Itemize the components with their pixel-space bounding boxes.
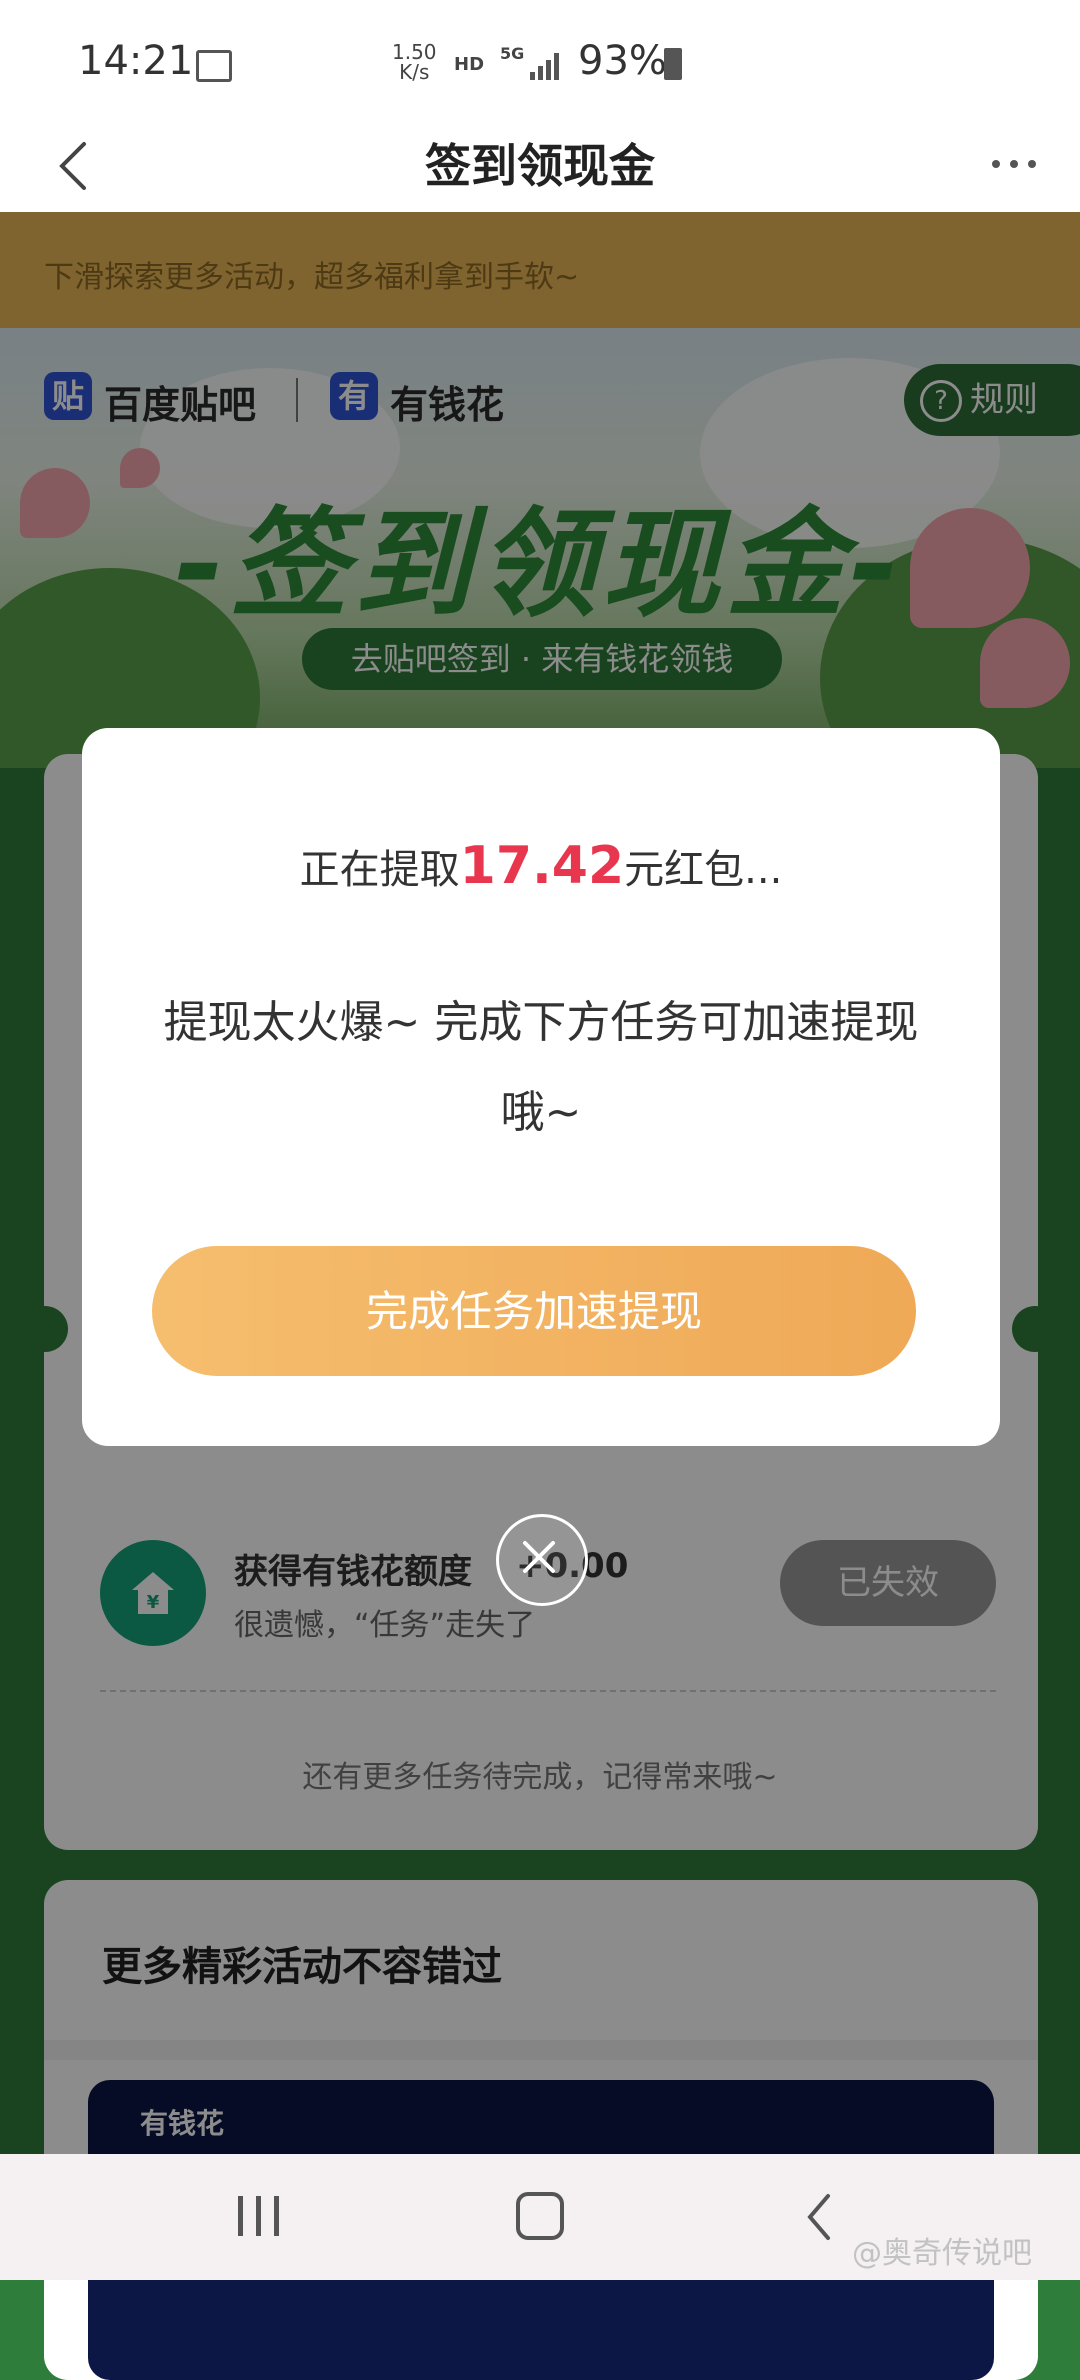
withdraw-prefix: 正在提取 [299,847,460,893]
battery-level: 93% [578,38,667,84]
withdraw-status: 正在提取17.42元红包... [82,836,1000,896]
hd-indicator: HD [454,54,485,75]
close-dialog-button[interactable] [496,1514,588,1606]
top-nav: 签到领现金 [0,120,1080,212]
red-packet-amount: 17.42 [459,836,625,896]
more-icon[interactable] [990,154,1038,174]
dialog-message: 提现太火爆~ 完成下方任务可加速提现哦~ [163,997,919,1138]
net-speed-value: 1.50 [392,40,437,64]
withdraw-dialog: 正在提取17.42元红包... 提现太火爆~ 完成下方任务可加速提现哦~ 完成任… [82,728,1000,1446]
watermark: @奥奇传说吧 [852,2236,1032,2271]
status-bar: 14:21 1.50 K/s HD 5G 93% [0,0,1080,120]
recent-apps-icon[interactable] [236,2194,282,2238]
withdraw-suffix: 元红包... [624,847,783,893]
signal-icon [530,53,559,80]
speed-up-withdraw-button[interactable]: 完成任务加速提现 [152,1246,916,1376]
close-icon [523,1541,555,1573]
net-speed: 1.50 K/s [392,42,437,82]
page-title: 签到领现金 [425,139,655,193]
status-time: 14:21 [78,38,194,84]
back-arrow-icon[interactable] [54,140,94,192]
network-type: 5G [500,44,525,63]
battery-icon [664,48,682,80]
home-icon[interactable] [516,2192,564,2240]
system-back-icon[interactable] [804,2192,834,2242]
gallery-notification-icon [196,50,232,82]
net-speed-unit: K/s [399,60,430,84]
